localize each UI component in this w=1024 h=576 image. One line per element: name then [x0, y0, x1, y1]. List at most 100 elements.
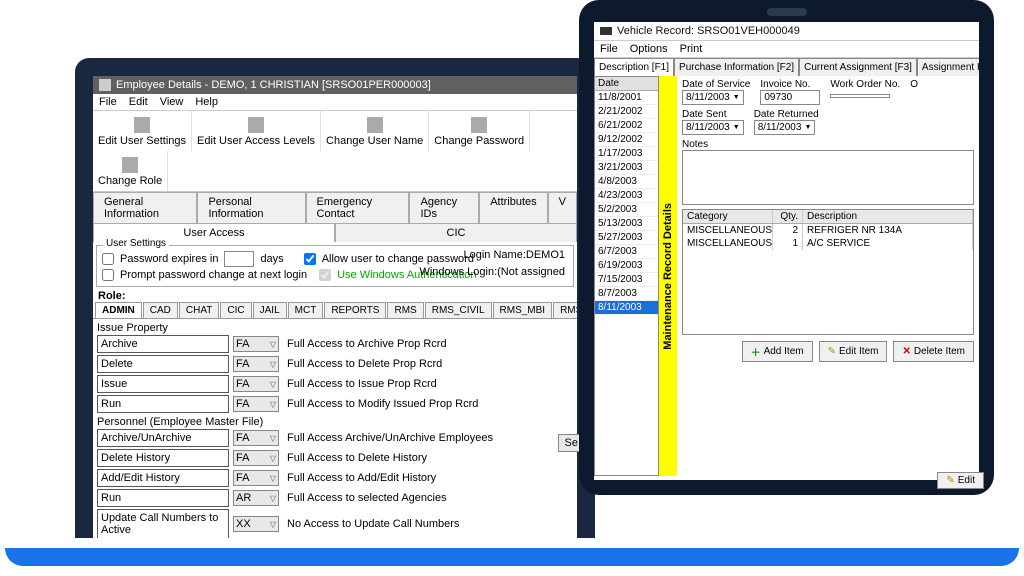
date-list-item[interactable]: 5/13/2003	[595, 217, 658, 231]
x-icon: ✕	[902, 346, 910, 357]
permission-level-dropdown[interactable]: FA▽	[233, 450, 279, 466]
chevron-down-icon: ▼	[804, 124, 811, 131]
vtab-purchase[interactable]: Purchase Information [F2]	[674, 58, 799, 76]
tab-attributes[interactable]: Attributes	[479, 192, 547, 223]
employee-window: Employee Details - DEMO, 1 CHRISTIAN [SR…	[93, 76, 577, 538]
window-title: Employee Details - DEMO, 1 CHRISTIAN [SR…	[116, 79, 431, 91]
permission-level-dropdown[interactable]: XX▽	[233, 516, 279, 532]
date-list-item[interactable]: 6/19/2003	[595, 259, 658, 273]
permission-name: Delete	[97, 355, 229, 373]
permission-level-dropdown[interactable]: FA▽	[233, 430, 279, 446]
menu-edit[interactable]: Edit	[129, 96, 148, 108]
col-category[interactable]: Category	[683, 210, 773, 223]
windows-login: Windows Login:(Not assigned	[419, 266, 565, 278]
invoice-input[interactable]: 09730	[760, 90, 820, 105]
date-list-item[interactable]: 3/21/2003	[595, 161, 658, 175]
edit-access-levels-button[interactable]: Edit User Access Levels	[192, 111, 321, 151]
allow-change-password-checkbox[interactable]	[304, 253, 316, 265]
password-expires-checkbox[interactable]	[102, 253, 114, 265]
permission-name: Archive/UnArchive	[97, 429, 229, 447]
date-of-service-dropdown[interactable]: 8/11/2003▼	[682, 90, 744, 105]
date-list-item[interactable]: 11/8/2001	[595, 91, 658, 105]
permission-description: No Access to Update Call Numbers	[283, 518, 459, 530]
menu-file[interactable]: File	[99, 96, 117, 108]
vmenu-file[interactable]: File	[600, 43, 618, 55]
tab-personal-info[interactable]: Personal Information	[197, 192, 305, 223]
chevron-down-icon: ▽	[270, 400, 276, 409]
col-qty[interactable]: Qty.	[773, 210, 803, 223]
edit-button[interactable]: ✎Edit	[937, 472, 979, 480]
work-order-input[interactable]	[830, 94, 890, 98]
role-tab-rms[interactable]: RMS	[387, 302, 423, 318]
role-tab-rms-mbi[interactable]: RMS_MBI	[493, 302, 553, 318]
permission-level-dropdown[interactable]: FA▽	[233, 376, 279, 392]
role-tab-rms-civil[interactable]: RMS_CIVIL	[425, 302, 492, 318]
permission-name: Delete History	[97, 449, 229, 467]
tab-emergency[interactable]: Emergency Contact	[306, 192, 410, 223]
change-password-button[interactable]: Change Password	[429, 111, 530, 151]
add-item-button[interactable]: ＋Add Item	[742, 341, 813, 362]
permission-level-dropdown[interactable]: FA▽	[233, 336, 279, 352]
date-list-item[interactable]: 8/7/2003	[595, 287, 658, 301]
permission-level-dropdown[interactable]: AR▽	[233, 490, 279, 506]
date-list-item[interactable]: 9/12/2002	[595, 133, 658, 147]
date-list-item[interactable]: 5/2/2003	[595, 203, 658, 217]
vtab-assignment[interactable]: Current Assignment [F3]	[799, 58, 917, 76]
role-icon	[122, 157, 138, 173]
vmenu-print[interactable]: Print	[680, 43, 703, 55]
role-tab-rms-mi[interactable]: RMS_MI	[553, 302, 577, 318]
permission-level-dropdown[interactable]: FA▽	[233, 470, 279, 486]
date-list-item[interactable]: 7/15/2003	[595, 273, 658, 287]
vmenu-options[interactable]: Options	[630, 43, 668, 55]
date-list-item[interactable]: 2/21/2002	[595, 105, 658, 119]
role-tab-reports[interactable]: REPORTS	[324, 302, 386, 318]
menu-help[interactable]: Help	[195, 96, 218, 108]
permission-row: Add/Edit HistoryFA▽Full Access to Add/Ed…	[97, 469, 573, 487]
date-list-item[interactable]: 6/21/2002	[595, 119, 658, 133]
permission-row: Update Call Numbers to ActiveXX▽No Acces…	[97, 509, 573, 538]
vtab-history[interactable]: Assignment History [F4	[917, 58, 979, 76]
tab-cic[interactable]: CIC	[335, 223, 577, 242]
laptop-base	[5, 548, 1019, 566]
date-list-item[interactable]: 5/27/2003	[595, 231, 658, 245]
change-role-button[interactable]: Change Role	[93, 151, 168, 191]
role-tab-mct[interactable]: MCT	[288, 302, 324, 318]
permission-level-dropdown[interactable]: FA▽	[233, 356, 279, 372]
delete-item-button[interactable]: ✕Delete Item	[893, 341, 974, 362]
grid-row[interactable]: MISCELLANEOUS1A/C SERVICE	[683, 237, 973, 250]
tab-general-info[interactable]: General Information	[93, 192, 197, 223]
se-button[interactable]: Se	[558, 434, 577, 452]
role-tab-jail[interactable]: JAIL	[253, 302, 287, 318]
notes-textarea[interactable]	[682, 150, 974, 205]
chevron-down-icon: ▽	[270, 434, 276, 443]
grid-row[interactable]: MISCELLANEOUS2REFRIGER NR 134A	[683, 224, 973, 237]
permission-description: Full Access to Add/Edit History	[283, 472, 436, 484]
menu-view[interactable]: View	[160, 96, 184, 108]
vehicle-tabs: Description [F1] Purchase Information [F…	[594, 58, 979, 76]
role-tab-cad[interactable]: CAD	[143, 302, 178, 318]
date-list-item[interactable]: 8/11/2003	[595, 301, 658, 315]
edit-user-settings-button[interactable]: Edit User Settings	[93, 111, 192, 151]
date-list-item[interactable]: 1/17/2003	[595, 147, 658, 161]
date-list-item[interactable]: 4/23/2003	[595, 189, 658, 203]
prompt-change-checkbox[interactable]	[102, 269, 114, 281]
maintenance-details-bar: Maintenance Record Details	[659, 76, 677, 476]
use-windows-auth-checkbox[interactable]	[319, 269, 331, 281]
permission-level-dropdown[interactable]: FA▽	[233, 396, 279, 412]
date-returned-dropdown[interactable]: 8/11/2003▼	[754, 120, 816, 135]
role-tab-chat[interactable]: CHAT	[179, 302, 219, 318]
window-titlebar: Employee Details - DEMO, 1 CHRISTIAN [SR…	[93, 76, 577, 94]
tab-more[interactable]: V	[548, 192, 577, 223]
date-list[interactable]: Date 11/8/20012/21/20026/21/20029/12/200…	[594, 76, 659, 476]
col-description[interactable]: Description	[803, 210, 973, 223]
date-list-item[interactable]: 6/7/2003	[595, 245, 658, 259]
date-sent-dropdown[interactable]: 8/11/2003▼	[682, 120, 744, 135]
role-tab-cic[interactable]: CIC	[220, 302, 251, 318]
tab-agency-ids[interactable]: Agency IDs	[409, 192, 479, 223]
edit-item-button[interactable]: ✎Edit Item	[819, 341, 888, 362]
change-username-button[interactable]: Change User Name	[321, 111, 429, 151]
vtab-description[interactable]: Description [F1]	[594, 58, 674, 76]
role-tab-admin[interactable]: ADMIN	[95, 302, 142, 318]
date-list-item[interactable]: 4/8/2003	[595, 175, 658, 189]
days-spinner[interactable]	[224, 251, 254, 267]
